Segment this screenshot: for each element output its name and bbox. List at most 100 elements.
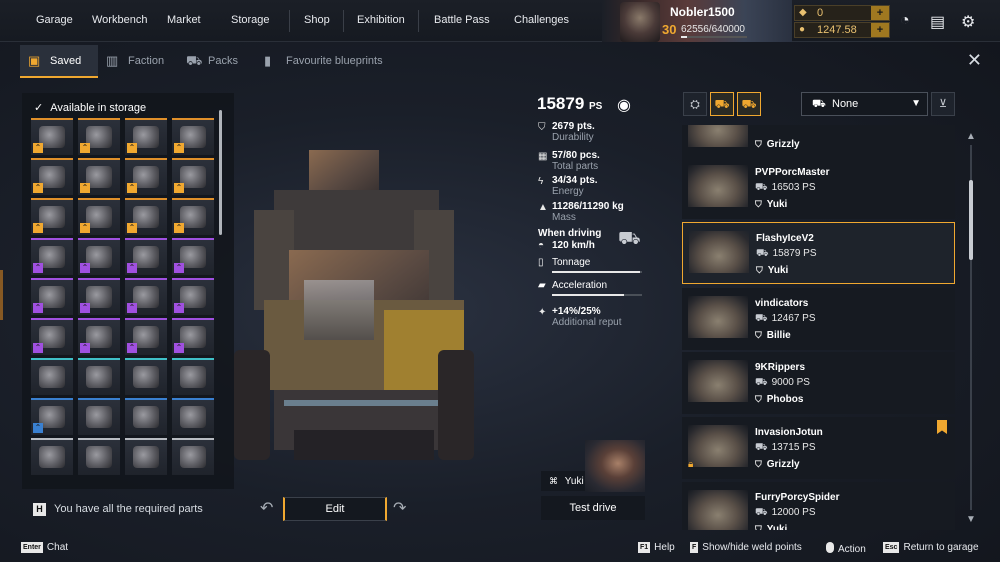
storage-part-cell[interactable]: ⌃ (31, 158, 73, 195)
hint-return[interactable]: Esc Return to garage (883, 542, 979, 553)
tab-faction[interactable]: ▥ Faction (98, 45, 178, 78)
storage-part-cell[interactable]: ⌃ (78, 158, 120, 195)
storage-part-cell[interactable]: ⌃ (31, 318, 73, 355)
storage-scrollbar[interactable] (219, 110, 222, 235)
storage-part-cell[interactable]: ⌃ (125, 238, 167, 275)
build-card[interactable]: vindicators ⛟ 12467 PS ⛉ Billie (682, 288, 955, 350)
storage-part-cell[interactable] (31, 438, 73, 475)
rarity-badge-icon: ⌃ (80, 303, 90, 313)
storage-part-cell[interactable]: ⌃ (78, 278, 120, 315)
storage-part-cell[interactable] (172, 398, 214, 435)
rarity-badge-icon: ⌃ (33, 183, 43, 193)
hint-help[interactable]: F1 Help (638, 542, 675, 553)
storage-part-cell[interactable] (31, 358, 73, 395)
pilot-name-label: Yuki (564, 476, 584, 487)
storage-part-cell[interactable]: ⌃ (172, 118, 214, 155)
build-card[interactable]: FurryPorcySpider ⛟ 12000 PS ⛉ Yuki (682, 482, 955, 530)
storage-header[interactable]: ✓ Available in storage (34, 101, 146, 114)
nav-garage[interactable]: Garage (36, 14, 73, 26)
storage-part-cell[interactable]: ⌃ (172, 318, 214, 355)
vehicle-type-filter-car[interactable]: ⛟ (710, 92, 734, 116)
storage-part-cell[interactable] (125, 438, 167, 475)
close-icon[interactable]: ✕ (967, 50, 982, 71)
storage-part-cell[interactable]: ⌃ (172, 238, 214, 275)
storage-part-cell[interactable]: ⌃ (78, 198, 120, 235)
build-ps-value: 12467 PS (771, 313, 816, 324)
build-thumbnail (688, 490, 748, 530)
rotate-right-icon[interactable]: ↷ (393, 498, 406, 518)
storage-header-label: Available in storage (50, 102, 147, 114)
vehicle-model[interactable] (234, 150, 474, 480)
pilot-name[interactable]: ⌘ Yuki (541, 471, 585, 491)
bookmark-icon[interactable] (937, 420, 947, 434)
hint-weld[interactable]: F Show/hide weld points (690, 542, 802, 553)
storage-part-cell[interactable] (78, 398, 120, 435)
storage-part-cell[interactable] (172, 358, 214, 395)
storage-part-cell[interactable] (78, 358, 120, 395)
build-name: vindicators (755, 298, 809, 309)
storage-part-cell[interactable]: ⌃ (31, 278, 73, 315)
shield-icon: ⛉ (538, 122, 546, 133)
build-card[interactable]: ⛉ Grizzly (682, 125, 955, 159)
build-card[interactable]: 9KRippers ⛟ 9000 PS ⛉ Phobos (682, 352, 955, 414)
key-f-icon: F (690, 542, 699, 553)
build-card[interactable]: PVPPorcMaster ⛟ 16503 PS ⛉ Yuki (682, 157, 955, 219)
hint-chat[interactable]: Enter Chat (21, 542, 68, 553)
tab-favourite-blueprints[interactable]: ▮ Favourite blueprints (256, 45, 396, 78)
clear-filter-button[interactable]: ⊻ (931, 92, 955, 116)
storage-part-cell[interactable] (172, 438, 214, 475)
acceleration-bar (552, 294, 642, 296)
storage-part-cell[interactable] (125, 398, 167, 435)
nav-challenges[interactable]: Challenges (514, 14, 569, 26)
player-name[interactable]: Nobler1500 (670, 5, 735, 19)
storage-part-cell[interactable]: ⌃ (125, 118, 167, 155)
storage-part-cell[interactable]: ⌃ (31, 198, 73, 235)
storage-part-cell[interactable]: ⌃ (125, 278, 167, 315)
storage-part-cell[interactable]: ⌃ (125, 318, 167, 355)
storage-part-cell[interactable]: ⌃ (172, 158, 214, 195)
storage-part-cell[interactable]: ⌃ (78, 238, 120, 275)
lightning-icon: ϟ (538, 176, 544, 187)
storage-part-cell[interactable]: ⌃ (172, 198, 214, 235)
edge-glow (0, 270, 3, 320)
test-drive-button[interactable]: Test drive (541, 496, 645, 520)
storage-part-cell[interactable] (125, 358, 167, 395)
storage-part-cell[interactable]: ⌃ (125, 198, 167, 235)
build-list-scrollbar[interactable] (969, 180, 973, 260)
edit-button[interactable]: Edit (283, 497, 387, 521)
nav-shop[interactable]: Shop (304, 14, 330, 26)
nav-storage[interactable]: Storage (231, 14, 270, 26)
nav-battle-pass[interactable]: Battle Pass (434, 14, 490, 26)
avatar[interactable] (620, 2, 660, 42)
add-scrap-button[interactable]: + (871, 23, 889, 37)
nav-market[interactable]: Market (167, 14, 201, 26)
gear-icon[interactable]: ⚙ (961, 12, 975, 32)
scroll-down-icon[interactable]: ▼ (966, 514, 976, 525)
nav-exhibition[interactable]: Exhibition (357, 14, 405, 26)
add-coins-button[interactable]: + (871, 6, 889, 20)
speedometer-icon[interactable]: ◔ (900, 12, 910, 30)
storage-part-cell[interactable]: ⌃ (31, 238, 73, 275)
currency-scrap: ● 1247.58 + (794, 22, 890, 38)
storage-part-cell[interactable]: ⌃ (78, 118, 120, 155)
storage-part-cell[interactable]: ⌃ (31, 118, 73, 155)
storage-part-cell[interactable]: ⌃ (172, 278, 214, 315)
vehicle-type-filter-heavy[interactable]: ⛟ (737, 92, 761, 116)
build-card[interactable]: InvasionJotun ⛟ 13715 PS ⛉ Grizzly 🔒︎ (682, 417, 955, 479)
filter-dropdown[interactable]: ⛟ None ▼ (801, 92, 928, 116)
scroll-up-icon[interactable]: ▲ (966, 131, 976, 142)
tab-saved[interactable]: ▣ Saved (20, 45, 98, 78)
build-card[interactable]: FlashyIceV2 ⛟ 15879 PS ⛉ Yuki (682, 222, 955, 284)
rotate-left-icon[interactable]: ↶ (260, 498, 273, 518)
eye-icon[interactable]: ◉ (617, 95, 631, 115)
storage-part-cell[interactable]: ⌃ (31, 398, 73, 435)
hint-action[interactable]: Action (826, 542, 866, 555)
vehicle-type-filter-all[interactable]: ⛭ (683, 92, 707, 116)
storage-part-cell[interactable] (78, 438, 120, 475)
tab-packs[interactable]: ⛟ Packs (178, 45, 256, 78)
storage-part-cell[interactable]: ⌃ (125, 158, 167, 195)
storage-part-cell[interactable]: ⌃ (78, 318, 120, 355)
chat-icon[interactable]: ▤ (930, 12, 945, 32)
pilot-portrait[interactable] (585, 440, 645, 492)
nav-workbench[interactable]: Workbench (92, 14, 147, 26)
